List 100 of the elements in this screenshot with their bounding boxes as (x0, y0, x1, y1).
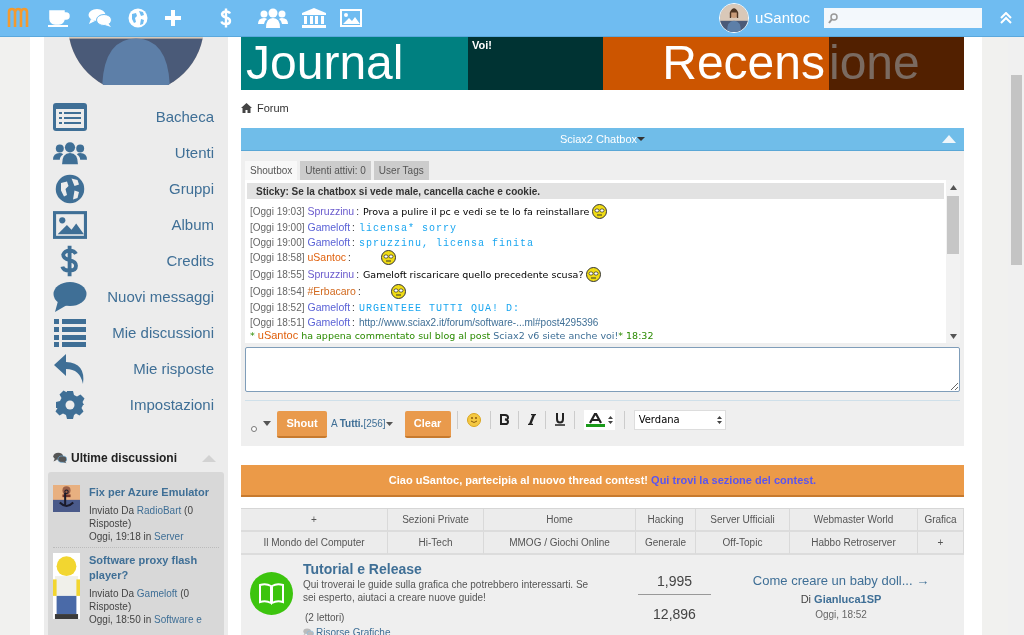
menu-link[interactable]: Mie discussioni (112, 321, 214, 345)
book-icon (250, 572, 293, 615)
scroll-down-icon[interactable] (949, 334, 957, 339)
section-title: Ultime discussioni (71, 450, 178, 467)
gear-icon (55, 390, 85, 420)
chat-tab[interactable]: Shoutbox (245, 161, 298, 180)
thread-link[interactable]: Software proxy flash player? (89, 553, 217, 583)
menu-link[interactable]: Nuovi messaggi (107, 285, 214, 309)
last-post-link[interactable]: Come creare un baby doll... → (752, 571, 930, 591)
timestamp: [Oggi 19:03] (250, 205, 305, 220)
user-link[interactable]: Spruzzinu (307, 204, 355, 219)
category-tab[interactable]: MMOG / Giochi Online (484, 532, 636, 555)
category-tab[interactable]: Hacking (636, 509, 696, 532)
user-link[interactable]: Gameloft (307, 220, 351, 235)
collapse-icon[interactable] (942, 135, 956, 143)
section-link[interactable]: Software e (154, 614, 202, 625)
menu-link[interactable]: Album (171, 213, 214, 237)
message-text: URGENTEEE TUTTI QUA! D: (358, 302, 520, 317)
image-icon[interactable] (340, 9, 362, 27)
author-link[interactable]: Gianluca1SP (814, 592, 882, 605)
readers-count: (2 lettori) (304, 611, 346, 625)
count-link[interactable]: [256] (363, 416, 393, 431)
logo-icon[interactable] (6, 6, 30, 30)
scroll-top-icon[interactable] (1000, 12, 1012, 24)
home-icon[interactable] (241, 103, 252, 113)
bold-icon[interactable] (499, 414, 509, 425)
message-text: licensa* sorry (358, 222, 457, 237)
category-tab[interactable]: Grafica (918, 509, 964, 532)
menu-link[interactable]: Mie risposte (133, 357, 214, 381)
section-link[interactable]: Server (154, 531, 184, 542)
timestamp: [Oggi 19:00] (250, 221, 305, 236)
user-link[interactable]: #Erbacaro (307, 284, 356, 299)
author-link[interactable]: RadioBart (136, 505, 182, 516)
category-tab[interactable]: Il Mondo del Computer (241, 532, 388, 555)
thread-link[interactable]: Fix per Azure Emulator (89, 485, 217, 500)
font-select[interactable]: Verdana (633, 409, 726, 430)
menu-link[interactable]: Impostazioni (129, 393, 214, 417)
menu-link[interactable]: Credits (166, 249, 214, 273)
target-label: A (331, 417, 338, 431)
menu-link[interactable]: Gruppi (168, 177, 214, 201)
caret-icon[interactable] (263, 421, 271, 426)
author-link[interactable]: Gameloft (136, 588, 178, 599)
user-link[interactable]: uSantoc (257, 329, 299, 342)
coffee-icon[interactable] (48, 9, 70, 27)
user-link[interactable]: Gameloft (307, 315, 351, 329)
search-field[interactable] (824, 8, 982, 28)
message-text: spruzzinu, licensa finita (358, 236, 534, 251)
category-tab[interactable]: + (241, 509, 388, 532)
user-link[interactable]: uSantoc (307, 250, 346, 265)
category-tab[interactable]: Generale (636, 532, 696, 555)
forum-title[interactable]: Tutorial e Release (303, 560, 603, 578)
thread-time: Oggi, 19:18 in Server (89, 530, 185, 543)
banner-tile[interactable]: Recens (603, 37, 829, 90)
category-tab[interactable]: Server Ufficiali (696, 509, 790, 532)
users-icon (53, 140, 87, 166)
user-link[interactable]: Spruzzinu (307, 267, 355, 282)
scroll-up-icon[interactable] (949, 185, 957, 190)
message-input[interactable] (245, 347, 960, 392)
last-post-time: Oggi, 18:52 (815, 608, 867, 622)
users-icon[interactable] (258, 8, 288, 28)
spinner-icon (607, 415, 613, 424)
banner-tile[interactable]: ione (829, 37, 964, 90)
colon-text: : (356, 205, 359, 220)
category-tab[interactable]: Hi-Tech (388, 532, 484, 555)
menu-link[interactable]: Bacheca (155, 105, 214, 129)
underline-icon[interactable] (554, 413, 565, 426)
globe-icon[interactable] (128, 8, 148, 28)
add-icon[interactable] (164, 9, 182, 27)
bank-icon[interactable] (302, 8, 326, 28)
dollar-icon[interactable] (220, 8, 232, 28)
emoticon-icon[interactable] (466, 412, 481, 427)
banner-tile[interactable]: Journal (241, 37, 468, 90)
category-tab[interactable]: Sezioni Private (388, 509, 484, 532)
circle-icon (251, 425, 257, 432)
banner-tile[interactable]: Voi! (468, 37, 603, 90)
chat-tab[interactable]: User Tags (373, 161, 429, 180)
menu-link[interactable]: Utenti (174, 141, 214, 165)
thread-meta: Inviato Da RadioBart (0 Risposte) (89, 504, 194, 530)
timestamp: [Oggi 18:55] (250, 268, 305, 283)
category-tab[interactable]: + (918, 532, 964, 555)
chat-nav-icon[interactable] (88, 8, 112, 28)
user-link[interactable]: Gameloft (307, 234, 351, 249)
message-link[interactable]: http://www.sciax2.it/forum/software-...ml#post4295396 (358, 316, 599, 330)
category-tab[interactable]: Off-Topic (696, 532, 790, 555)
category-tab[interactable]: Webmaster World (790, 509, 918, 532)
breadcrumb-link[interactable]: Forum (257, 99, 289, 117)
collapse-icon[interactable] (202, 454, 216, 462)
timestamp: [Oggi 18:52] (250, 301, 305, 316)
target-link[interactable]: Tutti. (339, 416, 364, 431)
user-link[interactable]: Gameloft (307, 300, 351, 315)
text-color-icon (585, 412, 605, 427)
category-tab[interactable]: Home (484, 509, 636, 532)
colon-text: : (357, 285, 361, 300)
colon-text: : (352, 221, 355, 236)
post-link[interactable]: Sciax2 v6 siete anche voi! (493, 330, 619, 341)
text-color-select[interactable] (583, 409, 615, 430)
italic-icon[interactable] (527, 414, 536, 425)
chat-tab[interactable]: Utenti attivi: 0 (300, 161, 371, 180)
category-tab[interactable]: Habbo Retroserver (790, 532, 918, 555)
list-icon (54, 319, 86, 347)
